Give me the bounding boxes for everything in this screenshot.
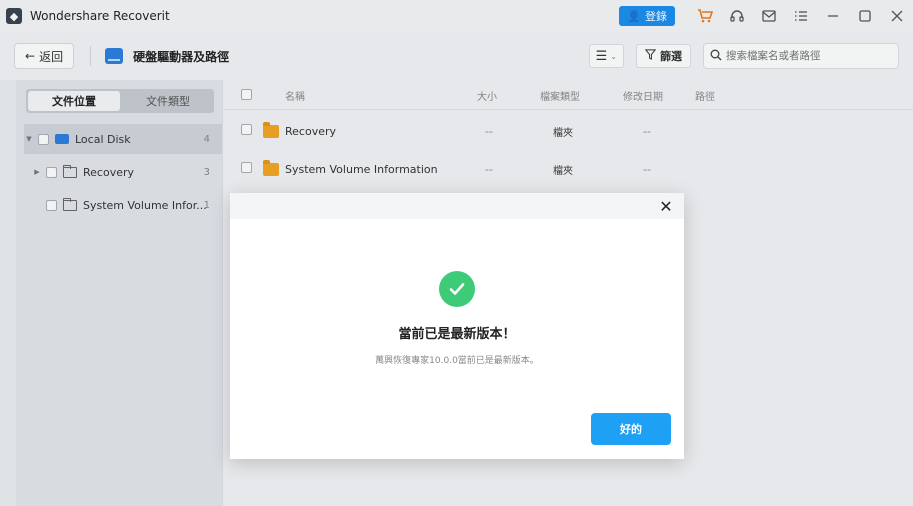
dialog-title: 當前已是最新版本！	[398, 327, 516, 342]
dialog-header: ✕	[230, 193, 684, 219]
ok-button[interactable]: 好的	[591, 413, 671, 445]
update-dialog: ✕ 當前已是最新版本！ 萬興恢復專家10.0.0當前已是最新版本。 好的	[230, 193, 684, 459]
success-check-icon	[439, 271, 475, 307]
dialog-message: 萬興恢復專家10.0.0當前已是最新版本。	[375, 356, 539, 366]
close-icon[interactable]: ✕	[656, 196, 676, 216]
